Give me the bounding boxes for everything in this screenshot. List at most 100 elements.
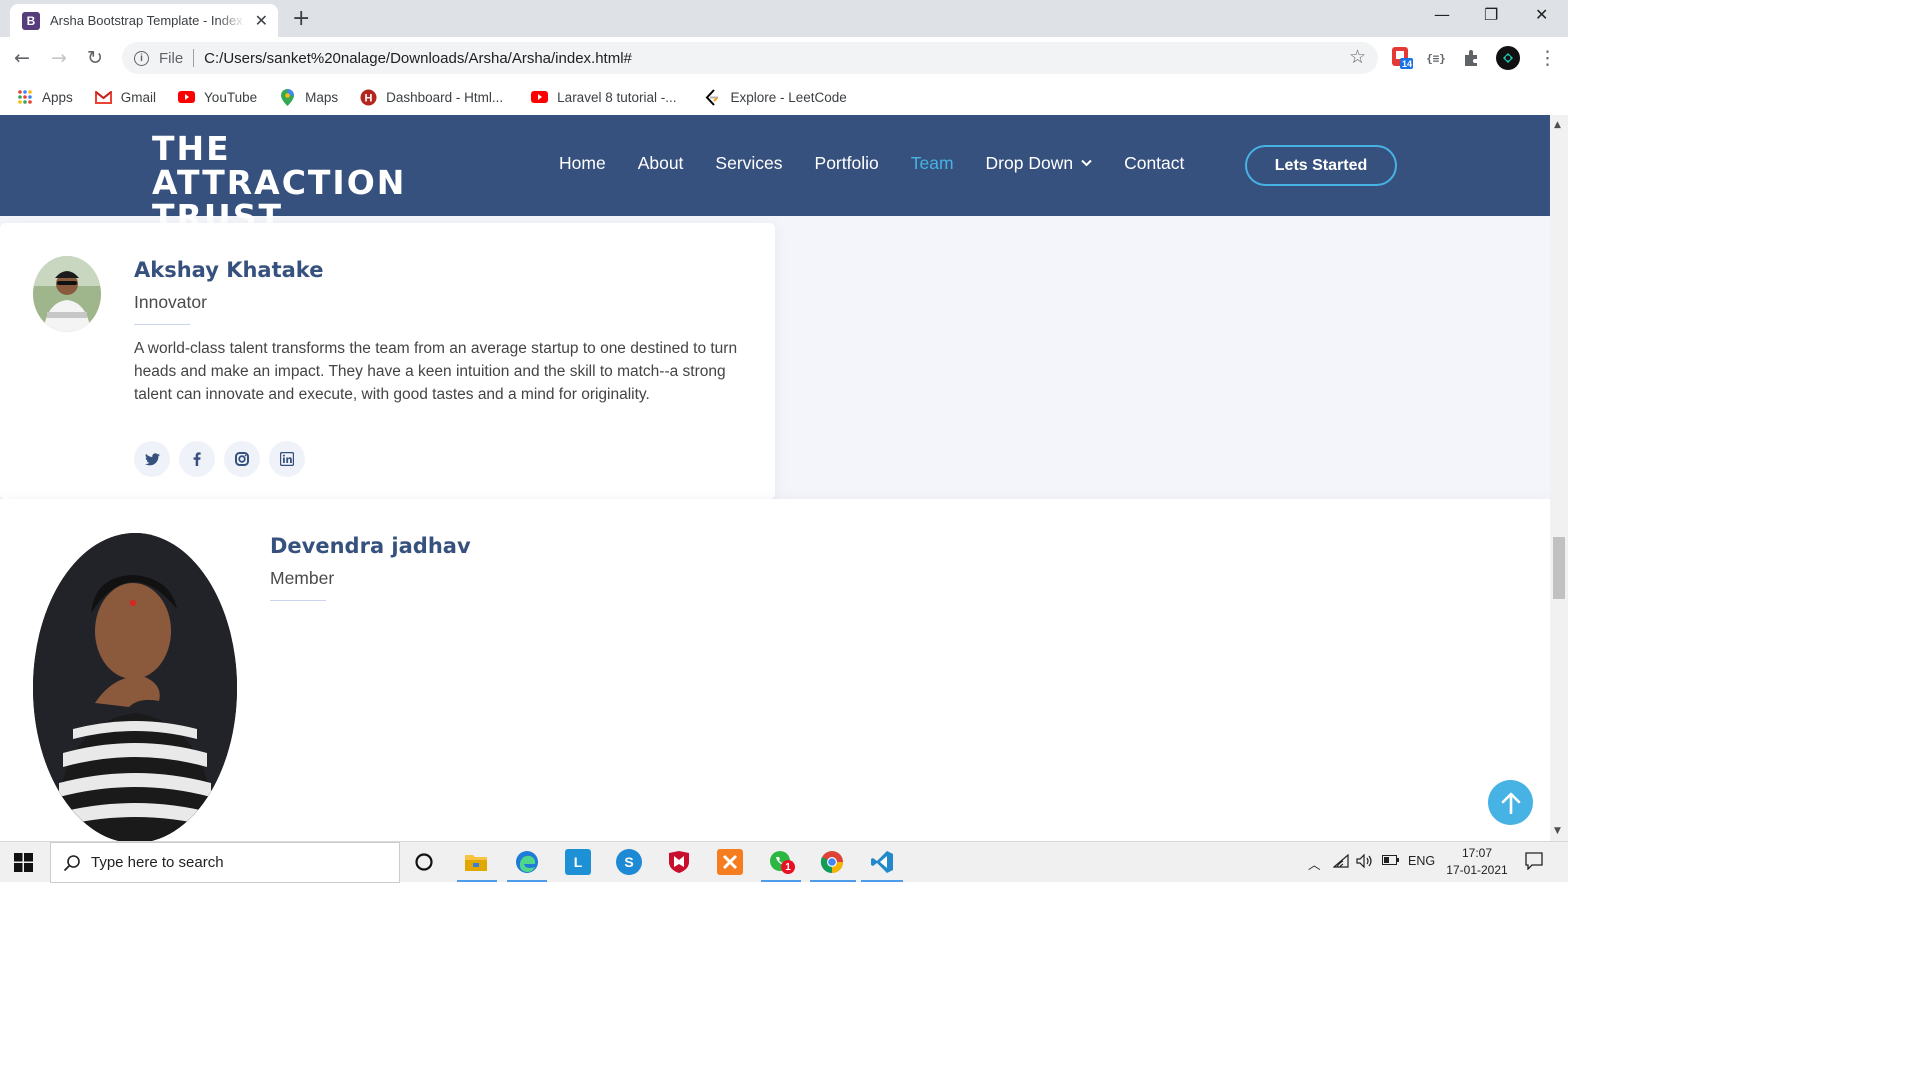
bootstrap-favicon-icon: B (22, 11, 40, 30)
profile-avatar-icon[interactable] (1496, 46, 1520, 70)
member-role: Member (270, 568, 335, 588)
windows-taskbar: Type here to search L S 1 ︿ ENG 17:07 17… (0, 841, 1568, 883)
restore-icon[interactable]: ❐ (1484, 5, 1498, 24)
l-app-icon[interactable]: L (565, 849, 591, 875)
bookmark-label: Maps (305, 89, 339, 105)
scroll-down-icon[interactable]: ▼ (1554, 826, 1561, 836)
language-indicator[interactable]: ENG (1408, 854, 1435, 868)
json-extension-icon[interactable]: {≡} (1424, 46, 1448, 70)
vscode-icon[interactable] (869, 849, 895, 875)
bookmark-apps[interactable]: Apps (16, 89, 73, 106)
main-nav: Home About Services Portfolio Team Drop … (559, 153, 1216, 174)
network-icon[interactable] (1332, 853, 1349, 871)
taskbar-clock[interactable]: 17:07 17-01-2021 (1446, 845, 1508, 879)
running-indicator (861, 880, 903, 882)
linkedin-icon[interactable] (269, 441, 305, 477)
volume-icon[interactable] (1356, 853, 1374, 871)
scroll-thumb[interactable] (1553, 537, 1565, 599)
close-window-icon[interactable]: ✕ (1535, 5, 1548, 24)
member-avatar (33, 256, 101, 332)
file-explorer-icon[interactable] (463, 849, 489, 875)
member-bio: A world-class talent transforms the team… (134, 340, 738, 403)
extension-badge: 14 (1402, 59, 1413, 69)
browser-title-bar: B Arsha Bootstrap Template - Index ✕ + —… (0, 0, 1568, 37)
clock-date: 17-01-2021 (1446, 863, 1508, 877)
bookmark-label: Laravel 8 tutorial -... (557, 89, 677, 105)
running-indicator (507, 880, 547, 882)
member-role: Innovator (134, 292, 207, 312)
bookmark-label: Gmail (120, 89, 157, 105)
mcafee-icon[interactable] (666, 849, 692, 875)
nav-portfolio[interactable]: Portfolio (815, 153, 879, 174)
bookmark-maps[interactable]: Maps (279, 88, 339, 106)
bookmark-label: Apps (42, 89, 73, 105)
nav-home[interactable]: Home (559, 153, 606, 174)
running-indicator (761, 880, 801, 882)
show-hidden-icons-chevron-icon[interactable]: ︿ (1308, 854, 1321, 873)
nav-drop-down[interactable]: Drop Down (986, 153, 1093, 174)
bookmark-label: Dashboard - Html... (386, 89, 504, 105)
back-to-top-button[interactable] (1488, 780, 1533, 825)
menu-kebab-icon[interactable]: ⋮ (1538, 47, 1557, 69)
social-links (134, 441, 314, 477)
running-indicator (457, 880, 497, 882)
nav-team[interactable]: Team (911, 153, 954, 174)
arrow-up-icon (1501, 792, 1520, 814)
search-placeholder: Type here to search (91, 854, 224, 871)
chrome-icon[interactable] (819, 849, 845, 875)
tab-close-icon[interactable]: ✕ (255, 11, 268, 30)
browser-toolbar: ← → ↻ i File C:/Users/sanket%20nalage/Do… (0, 37, 1568, 79)
minimize-icon[interactable]: — (1434, 5, 1450, 24)
back-arrow-icon[interactable]: ← (14, 47, 30, 69)
page-viewport: THE ATTRACTION TRUST Home About Services… (0, 115, 1550, 841)
youtube-icon (531, 89, 549, 106)
bookmark-youtube[interactable]: YouTube (178, 89, 257, 106)
taskbar-search-input[interactable]: Type here to search (50, 842, 400, 883)
address-divider (193, 49, 195, 67)
address-url[interactable]: C:/Users/sanket%20nalage/Downloads/Arsha… (204, 50, 632, 67)
bookmark-star-icon[interactable]: ☆ (1349, 46, 1366, 68)
lets-started-button[interactable]: Lets Started (1245, 145, 1397, 186)
facebook-icon[interactable] (179, 441, 215, 477)
h-logo-icon: H (360, 89, 377, 106)
info-icon[interactable]: i (134, 50, 149, 66)
scroll-up-icon[interactable]: ▲ (1554, 120, 1561, 130)
new-tab-button[interactable]: + (292, 6, 310, 31)
windows-start-icon[interactable] (14, 853, 33, 876)
site-header: THE ATTRACTION TRUST Home About Services… (0, 115, 1550, 234)
svg-text:H: H (365, 92, 373, 104)
bookmark-label: Explore - LeetCode (730, 89, 847, 105)
address-scheme: File (159, 49, 184, 67)
reload-icon[interactable]: ↻ (87, 47, 103, 69)
nav-services[interactable]: Services (715, 153, 782, 174)
forward-arrow-icon[interactable]: → (51, 47, 67, 69)
extensions-puzzle-icon[interactable] (1460, 46, 1484, 70)
bookmark-laravel[interactable]: Laravel 8 tutorial -... (531, 89, 676, 106)
nav-about[interactable]: About (638, 153, 684, 174)
member-divider (134, 324, 190, 325)
member-divider (270, 600, 326, 601)
bookmark-dashboard[interactable]: H Dashboard - Html... (360, 89, 503, 106)
bookmarks-bar: Apps Gmail YouTube Maps H Dashboard - Ht… (0, 79, 1568, 115)
browser-tab-active[interactable]: B Arsha Bootstrap Template - Index ✕ (10, 4, 278, 37)
maps-pin-icon (279, 88, 296, 106)
edge-icon[interactable] (514, 849, 540, 875)
notifications-icon[interactable] (1525, 852, 1543, 873)
apps-grid-icon (16, 89, 33, 106)
address-bar[interactable]: i File C:/Users/sanket%20nalage/Download… (122, 42, 1378, 74)
bookmark-label: YouTube (204, 89, 258, 105)
site-logo[interactable]: THE ATTRACTION TRUST (152, 132, 482, 234)
nav-contact[interactable]: Contact (1124, 153, 1184, 174)
whatsapp-icon[interactable]: 1 (768, 849, 795, 875)
cortana-icon[interactable] (411, 849, 437, 875)
xampp-icon[interactable] (717, 849, 743, 875)
page-scrollbar[interactable]: ▲ ▼ (1550, 115, 1568, 841)
instagram-icon[interactable] (224, 441, 260, 477)
battery-icon[interactable] (1382, 854, 1400, 869)
bookmark-leetcode[interactable]: Explore - LeetCode (704, 88, 847, 106)
pdf-extension-icon[interactable]: 14 (1390, 46, 1414, 70)
twitter-icon[interactable] (134, 441, 170, 477)
bookmark-gmail[interactable]: Gmail (94, 89, 157, 106)
youtube-icon (178, 89, 196, 106)
skype-icon[interactable]: S (616, 849, 642, 875)
